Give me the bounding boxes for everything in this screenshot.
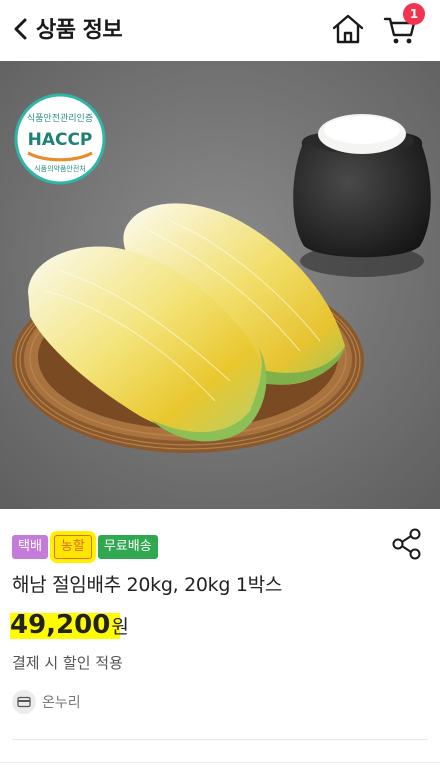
back-button[interactable] (10, 15, 36, 43)
home-button[interactable] (330, 12, 366, 46)
tag-farm-discount: 농할 (53, 535, 92, 559)
product-tags: 택배 농할 무료배송 (12, 535, 158, 559)
tag-free-shipping: 무료배송 (97, 535, 158, 559)
svg-text:식품의약품안전처: 식품의약품안전처 (34, 164, 86, 173)
chevron-left-icon (14, 18, 27, 40)
page-title: 상품 정보 (36, 18, 123, 43)
divider (0, 762, 440, 763)
price-value: 49,200 (10, 610, 111, 640)
payment-option: 온누리 (12, 690, 81, 714)
price: 49,200 원 (10, 610, 129, 642)
card-icon (12, 690, 36, 714)
svg-text:식품안전관리인증: 식품안전관리인증 (27, 113, 93, 124)
home-icon (332, 14, 364, 44)
divider (12, 739, 428, 740)
share-button[interactable] (390, 526, 424, 562)
product-name: 해남 절임배추 20kg, 20kg 1박스 (12, 574, 283, 596)
cart-count-badge: 1 (403, 3, 425, 25)
product-image: 식품안전관리인증 HACCP 식품의약품안전처 (0, 61, 440, 509)
share-icon (392, 528, 421, 560)
discount-note: 결제 시 할인 적용 (12, 654, 123, 672)
payment-option-label: 온누리 (42, 695, 81, 711)
svg-text:HACCP: HACCP (28, 130, 93, 150)
top-bar: 상품 정보 1 (0, 0, 440, 60)
haccp-badge: 식품안전관리인증 HACCP 식품의약품안전처 (14, 93, 106, 185)
price-currency: 원 (111, 616, 129, 638)
tag-parcel: 택배 (12, 535, 48, 559)
